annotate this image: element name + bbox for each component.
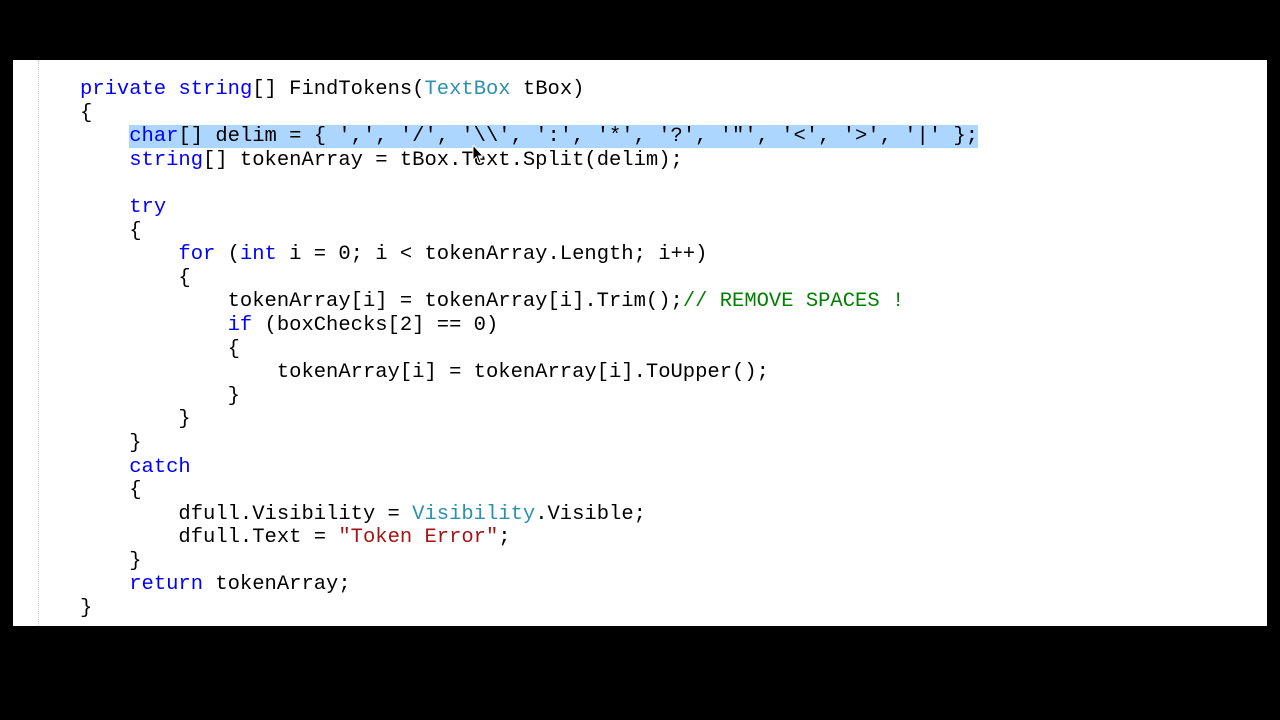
code-text: tBox) [511, 78, 585, 101]
code-text: { [129, 220, 141, 243]
code-text: dfull.Text = [178, 526, 338, 549]
code-line: } [80, 432, 142, 455]
code-line: tokenArray[i] = tokenArray[i].Trim();// … [80, 290, 904, 313]
type-visibility: Visibility [412, 503, 535, 526]
code-text: { [129, 479, 141, 502]
code-text: { [178, 267, 190, 290]
code-line: if (boxChecks[2] == 0) [80, 314, 498, 337]
editor-gutter [13, 60, 39, 626]
code-line: } [80, 550, 142, 573]
keyword-int: int [240, 243, 277, 266]
keyword-catch: catch [129, 456, 191, 479]
code-text: tokenArray[i] = tokenArray[i].Trim(); [228, 290, 683, 313]
code-line: { [80, 220, 142, 243]
keyword-string: string [129, 149, 203, 172]
code-text: ( [215, 243, 240, 266]
code-line: string[] tokenArray = tBox.Text.Split(de… [80, 149, 683, 172]
code-text: tokenArray[i] = tokenArray[i].ToUpper(); [277, 361, 769, 384]
code-text: tokenArray; [203, 573, 351, 596]
code-text: } [228, 385, 240, 408]
comment: // REMOVE SPACES ! [683, 290, 904, 313]
code-line: try [80, 196, 166, 219]
code-line: { [80, 479, 142, 502]
code-text: } [129, 550, 141, 573]
code-line: catch [80, 456, 191, 479]
type-textbox: TextBox [424, 78, 510, 101]
code-line: { [80, 338, 240, 361]
code-line: } [80, 408, 191, 431]
keyword-private: private [80, 78, 166, 101]
keyword-try: try [129, 196, 166, 219]
keyword-char: char [129, 125, 178, 148]
code-line: tokenArray[i] = tokenArray[i].ToUpper(); [80, 361, 769, 384]
keyword-for: for [178, 243, 215, 266]
keyword-return: return [129, 573, 203, 596]
code-text: } [178, 408, 190, 431]
code-text: .Visible; [535, 503, 646, 526]
code-text: ; [498, 526, 510, 549]
code-text: [] tokenArray = tBox.Text.Split(delim); [203, 149, 683, 172]
string-literal: "Token Error" [338, 526, 498, 549]
code-line: } [80, 597, 92, 620]
code-line: } [80, 385, 240, 408]
keyword-if: if [228, 314, 253, 337]
code-text: [] FindTokens( [252, 78, 424, 101]
code-line: dfull.Text = "Token Error"; [80, 526, 511, 549]
code-line: dfull.Visibility = Visibility.Visible; [80, 503, 646, 526]
code-line: { [80, 102, 92, 125]
code-text: i = 0; i < tokenArray.Length; i++) [277, 243, 708, 266]
code-line: private string[] FindTokens(TextBox tBox… [80, 78, 584, 101]
keyword-string: string [178, 78, 252, 101]
code-line: { [80, 267, 191, 290]
code-text: [] delim = { ',', '/', '\\', ':', '*', '… [178, 125, 978, 148]
code-text: } [129, 432, 141, 455]
code-text: (boxChecks[2] == 0) [252, 314, 498, 337]
code-line: return tokenArray; [80, 573, 351, 596]
code-line: for (int i = 0; i < tokenArray.Length; i… [80, 243, 707, 266]
code-text: { [228, 338, 240, 361]
code-text: dfull.Visibility = [178, 503, 412, 526]
code-line-highlighted: char[] delim = { ',', '/', '\\', ':', '*… [80, 125, 978, 148]
code-editor-view: private string[] FindTokens(TextBox tBox… [13, 60, 1267, 626]
code-block[interactable]: private string[] FindTokens(TextBox tBox… [13, 78, 1267, 621]
selection: char[] delim = { ',', '/', '\\', ':', '*… [129, 125, 978, 148]
